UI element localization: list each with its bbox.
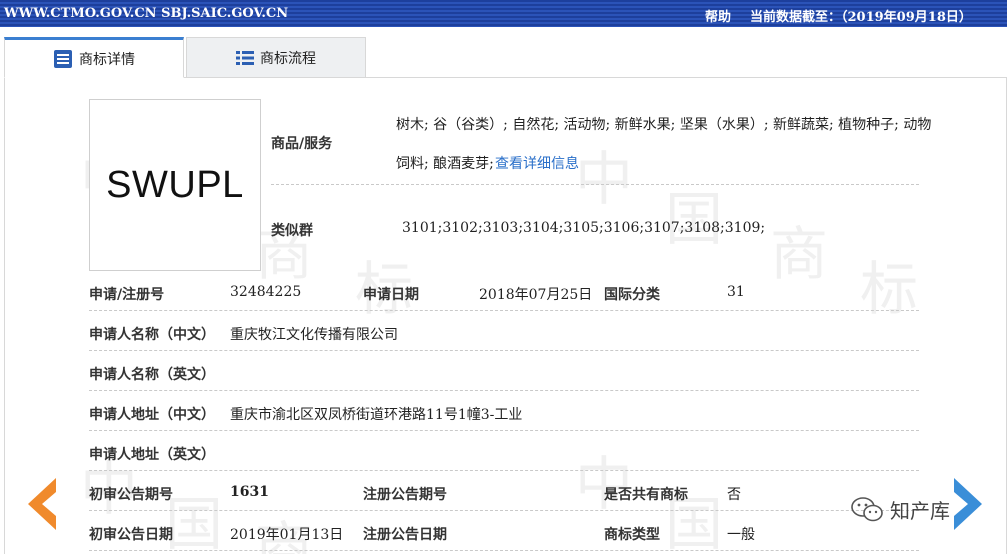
goods-label: 商品/服务	[271, 136, 333, 152]
site-url[interactable]: WWW.CTMO.GOV.CN SBJ.SAIC.GOV.CN	[4, 6, 288, 21]
applicant-en-label: 申请人名称（英文）	[89, 367, 215, 383]
goods-value-line2: 饲料; 酿酒麦芽;	[396, 156, 494, 172]
divider	[89, 510, 919, 511]
address-cn-value: 重庆市渝北区双凤桥街道环港路11号1幢3-工业	[230, 407, 523, 423]
view-details-link[interactable]: 查看详细信息	[495, 153, 579, 173]
brand-text: 知产库	[890, 499, 950, 523]
tm-type-value: 一般	[727, 527, 755, 543]
intl-class-value: 31	[727, 284, 745, 300]
brand-watermark: 知产库	[850, 495, 950, 524]
shared-tm-value: 否	[727, 487, 741, 503]
wechat-icon	[851, 496, 883, 521]
divider	[89, 550, 919, 551]
reg-no-value: 32484225	[230, 284, 302, 300]
address-en-label: 申请人地址（英文）	[89, 447, 215, 463]
divider	[89, 430, 919, 431]
tm-type-label: 商标类型	[604, 527, 660, 543]
data-as-of: 当前数据截至：（2019年09月18日）	[750, 10, 972, 25]
applicant-cn-value: 重庆牧江文化传播有限公司	[230, 327, 398, 343]
divider	[89, 390, 919, 391]
reg-issue-label: 注册公告期号	[363, 487, 447, 503]
goods-value: 树木; 谷（谷类）; 自然花; 活动物; 新鲜水果; 坚果（水果）; 新鲜蔬菜;…	[396, 117, 932, 133]
tab-bar: 商标详情 商标流程	[4, 37, 1007, 78]
tab-trademark-detail[interactable]: 商标详情	[4, 37, 184, 78]
app-date-value: 2018年07月25日	[479, 287, 593, 303]
next-arrow-icon[interactable]	[950, 478, 988, 530]
reg-date-label: 注册公告日期	[363, 527, 447, 543]
tab-label: 商标详情	[79, 51, 135, 68]
applicant-cn-label: 申请人名称（中文）	[89, 327, 215, 343]
divider	[89, 470, 919, 471]
trademark-logo-text: SWUPL	[106, 163, 244, 206]
flow-list-icon	[236, 50, 254, 65]
intl-class-label: 国际分类	[604, 287, 660, 303]
app-date-label: 申请日期	[363, 287, 419, 303]
detail-list-icon	[54, 49, 72, 68]
tab-trademark-flow[interactable]: 商标流程	[186, 37, 366, 78]
divider	[89, 350, 919, 351]
prelim-date-label: 初审公告日期	[89, 527, 173, 543]
trademark-image: SWUPL	[89, 99, 261, 271]
tab-label: 商标流程	[260, 50, 316, 67]
top-bar: WWW.CTMO.GOV.CN SBJ.SAIC.GOV.CN 帮助 当前数据截…	[0, 0, 1007, 27]
divider	[271, 184, 919, 185]
similar-group-label: 类似群	[271, 223, 313, 239]
address-cn-label: 申请人地址（中文）	[89, 407, 215, 423]
shared-tm-label: 是否共有商标	[604, 487, 688, 503]
reg-no-label: 申请/注册号	[89, 287, 165, 303]
prev-arrow-icon[interactable]	[22, 478, 60, 530]
prelim-issue-label: 初审公告期号	[89, 487, 173, 503]
prelim-issue-value: 1631	[230, 484, 269, 500]
divider	[89, 310, 919, 311]
similar-group-value: 3101;3102;3103;3104;3105;3106;3107;3108;…	[402, 220, 766, 236]
prelim-date-value: 2019年01月13日	[230, 527, 344, 543]
help-link[interactable]: 帮助	[705, 6, 731, 25]
